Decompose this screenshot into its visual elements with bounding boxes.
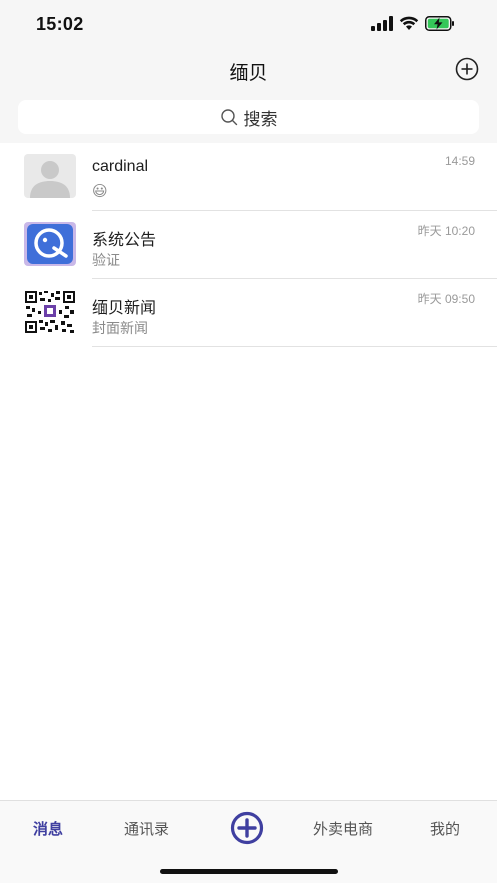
conversation-preview: 封面新闻 bbox=[92, 320, 148, 336]
conversation-preview: 😃 bbox=[92, 183, 108, 200]
list-item[interactable]: 缅贝新闻 封面新闻 昨天 09:50 bbox=[0, 279, 497, 347]
home-indicator bbox=[160, 869, 338, 874]
status-time: 15:02 bbox=[36, 14, 84, 34]
conversation-preview: 验证 bbox=[92, 252, 120, 268]
tab-takeout[interactable]: 外卖电商 bbox=[313, 818, 373, 839]
conversation-time: 昨天 10:20 bbox=[417, 224, 475, 238]
search-icon bbox=[220, 109, 237, 126]
tab-messages[interactable]: 消息 bbox=[33, 818, 63, 839]
conversation-name: 缅贝新闻 bbox=[92, 300, 157, 317]
list-item[interactable]: cardinal 😃 14:59 bbox=[0, 143, 497, 211]
user-silhouette-icon bbox=[30, 161, 70, 198]
signal-icon bbox=[371, 16, 393, 31]
app-logo-icon bbox=[27, 224, 73, 264]
list-item[interactable]: 系统公告 验证 昨天 10:20 bbox=[0, 211, 497, 279]
default-user-avatar bbox=[24, 154, 76, 198]
divider bbox=[92, 346, 497, 347]
qr-code-icon bbox=[24, 290, 76, 334]
search-placeholder: 搜索 bbox=[243, 109, 278, 129]
qr-code-avatar bbox=[24, 290, 76, 334]
search-input[interactable]: 搜索 bbox=[18, 100, 479, 134]
add-circle-icon[interactable] bbox=[455, 57, 479, 81]
wifi-icon bbox=[399, 16, 419, 30]
page-title: 缅贝 bbox=[229, 63, 268, 84]
tab-contacts[interactable]: 通讯录 bbox=[124, 818, 169, 839]
conversation-name: 系统公告 bbox=[92, 232, 157, 249]
status-bar: 15:02 bbox=[0, 0, 497, 48]
conversation-time: 昨天 09:50 bbox=[417, 292, 475, 306]
battery-charging-icon bbox=[425, 16, 454, 31]
conversation-list: cardinal 😃 14:59 系统公告 验证 昨天 10:20 缅贝新闻 封… bbox=[0, 143, 497, 800]
conversation-time: 14:59 bbox=[444, 154, 475, 168]
conversation-name: cardinal bbox=[92, 158, 149, 175]
nav-bar: 缅贝 bbox=[0, 48, 497, 92]
tab-add-icon[interactable] bbox=[230, 811, 264, 845]
app-logo-avatar bbox=[24, 222, 76, 266]
tab-me[interactable]: 我的 bbox=[430, 818, 460, 839]
